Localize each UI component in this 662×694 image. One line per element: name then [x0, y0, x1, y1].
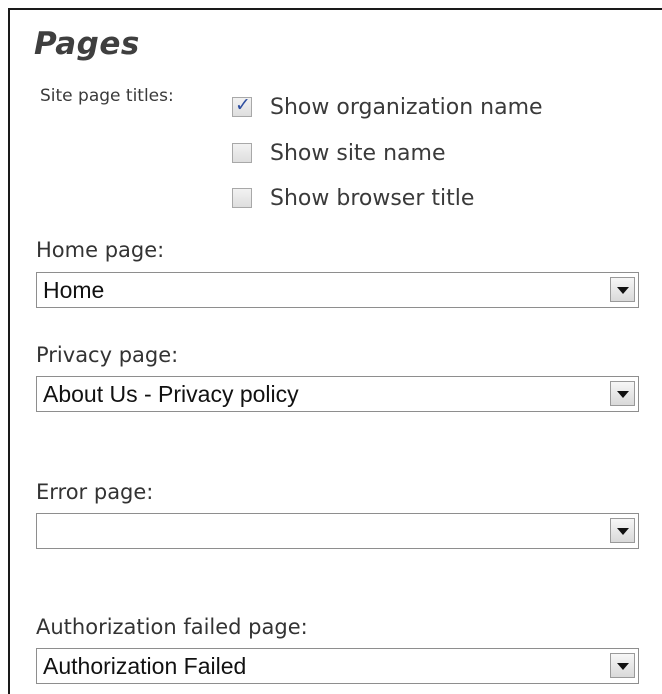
pages-panel: Pages Site page titles: ✓ Show organizat…	[8, 8, 662, 694]
authorization-failed-page-select[interactable]: Authorization Failed	[36, 648, 639, 684]
privacy-page-value: About Us - Privacy policy	[43, 381, 299, 407]
home-page-dropdown-button[interactable]	[610, 277, 635, 302]
chevron-down-icon	[617, 663, 629, 670]
privacy-page-select[interactable]: About Us - Privacy policy	[36, 376, 639, 412]
error-page-select[interactable]	[36, 513, 639, 549]
chevron-down-icon	[617, 528, 629, 535]
show-organization-name-label: Show organization name	[270, 94, 543, 120]
show-browser-title-label: Show browser title	[270, 185, 475, 211]
show-site-name-label: Show site name	[270, 140, 446, 166]
home-page-label: Home page:	[36, 238, 165, 262]
show-browser-title-option[interactable]: Show browser title	[232, 183, 474, 213]
error-page-dropdown-button[interactable]	[610, 518, 635, 543]
chevron-down-icon	[617, 287, 629, 294]
error-page-label: Error page:	[36, 480, 154, 504]
checkmark-icon: ✓	[235, 94, 251, 116]
privacy-page-label: Privacy page:	[36, 343, 179, 367]
home-page-value: Home	[43, 277, 105, 303]
show-browser-title-checkbox[interactable]	[232, 188, 252, 208]
authorization-failed-page-label: Authorization failed page:	[36, 615, 308, 639]
show-site-name-option[interactable]: Show site name	[232, 138, 445, 168]
home-page-select[interactable]: Home	[36, 272, 639, 308]
authorization-failed-page-value: Authorization Failed	[43, 653, 247, 679]
show-organization-name-option[interactable]: ✓ Show organization name	[232, 92, 543, 122]
site-page-titles-label: Site page titles:	[40, 86, 174, 106]
section-title: Pages	[34, 26, 140, 62]
chevron-down-icon	[617, 391, 629, 398]
authorization-failed-page-dropdown-button[interactable]	[610, 653, 635, 678]
show-organization-name-checkbox[interactable]: ✓	[232, 94, 252, 117]
show-site-name-checkbox[interactable]	[232, 143, 252, 163]
privacy-page-dropdown-button[interactable]	[610, 381, 635, 406]
